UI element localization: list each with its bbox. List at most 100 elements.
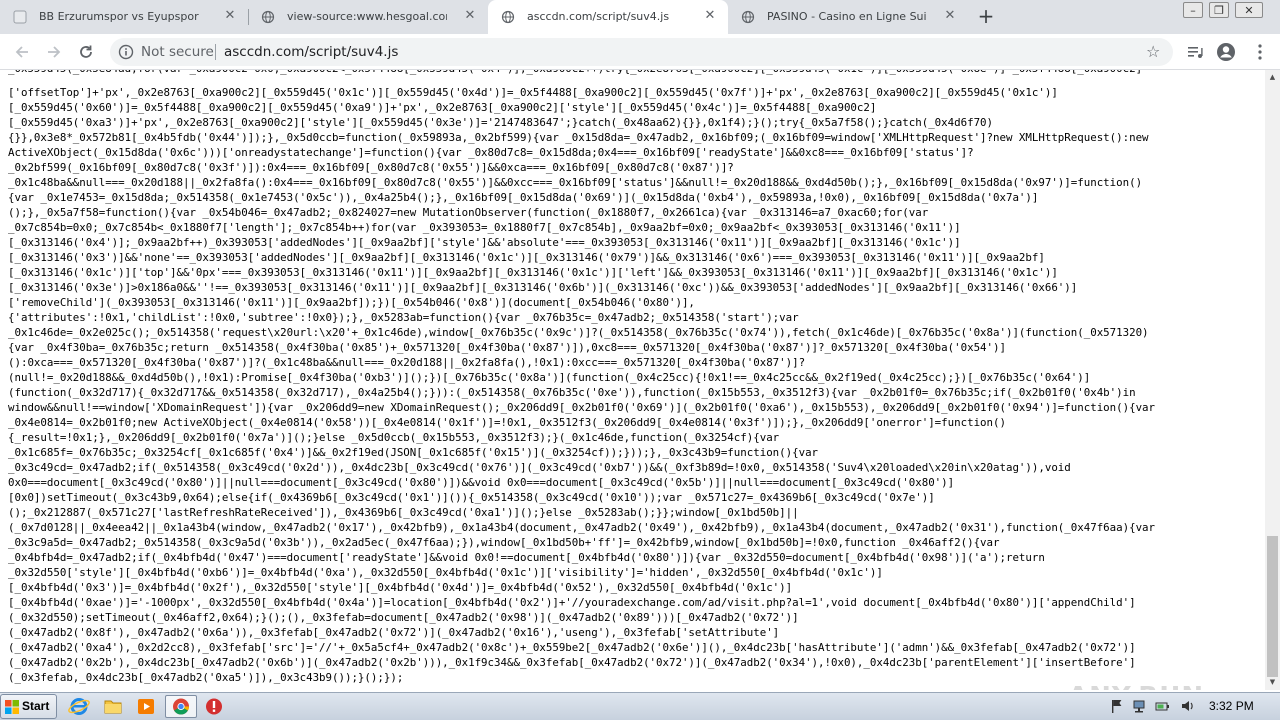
tab-0[interactable]: BB Erzurumspor vs Eyupspor - H ✕ bbox=[0, 0, 249, 34]
vertical-scrollbar[interactable]: ▲ ▼ bbox=[1265, 70, 1280, 690]
code-line: [_0x559d45('0x60')]=_0x5f4488[_0xa900c2]… bbox=[8, 101, 877, 114]
source-view: _0x559d45(_0x5e84ad,for(var _0xa900c2=0x… bbox=[0, 70, 1265, 690]
code-line: (function(_0x32d717){_0x32d717&&_0x51435… bbox=[8, 386, 1136, 399]
close-icon[interactable]: ✕ bbox=[702, 8, 718, 24]
tab-title: BB Erzurumspor vs Eyupspor - H bbox=[39, 10, 199, 23]
code-line: _0x559d45(_0x5e84ad,for(var _0xa900c2=0x… bbox=[8, 70, 1265, 76]
close-icon[interactable]: ✕ bbox=[942, 8, 958, 24]
code-line: 0x0===document[_0x3c49cd('0x80')]||null=… bbox=[8, 476, 955, 489]
arrow-left-icon bbox=[15, 46, 28, 58]
taskbar: Start 3:32 PM bbox=[0, 692, 1280, 720]
flag-tray-icon[interactable] bbox=[1110, 698, 1124, 714]
source-code: _0x559d45(_0x5e84ad,for(var _0xa900c2=0x… bbox=[0, 70, 1265, 685]
code-line: window&&null!==window['XDomainRequest'])… bbox=[8, 401, 1156, 414]
star-icon[interactable]: ☆ bbox=[1146, 42, 1160, 61]
omnibox-divider bbox=[215, 44, 216, 60]
code-line: [_0x313146('0x1c')]['top']&&'0px'===_0x3… bbox=[8, 266, 1058, 279]
code-line: {var _0x4f30ba=_0x76b35c;return _0x51435… bbox=[8, 341, 1006, 354]
code-line: ():0xca===_0x571320[_0x4f30ba('0x87')]?(… bbox=[8, 356, 806, 369]
scroll-down-arrow-icon[interactable]: ▼ bbox=[1265, 675, 1280, 690]
clock: 3:32 PM bbox=[1209, 699, 1254, 713]
chrome-icon bbox=[173, 698, 189, 715]
globe-icon bbox=[261, 10, 275, 24]
maximize-button[interactable]: ❐ bbox=[1209, 2, 1229, 18]
code-line: _0x3c49cd=_0x47adb2;if(_0x514358(_0x3c49… bbox=[8, 461, 1071, 474]
chrome-taskbar-button[interactable] bbox=[165, 695, 197, 718]
tab-3[interactable]: PASINO - Casino en Ligne Suisse - Su ✕ bbox=[728, 0, 968, 34]
reload-icon bbox=[80, 45, 92, 58]
tab-title: view-source:www.hesgoal.com/new bbox=[287, 10, 447, 23]
code-line: [_0x313146('0x3e')]>0x186a0&&''!==_0x393… bbox=[8, 281, 1078, 294]
browser-toolbar: Not secure asccdn.com/script/suv4.js ☆ bbox=[0, 34, 1280, 70]
code-line: _0x1c46de=_0x2e025c();_0x514358('request… bbox=[8, 326, 1149, 339]
not-secure-label: Not secure bbox=[141, 44, 214, 60]
watermark: ANY.RUN bbox=[1068, 682, 1204, 690]
new-tab-button[interactable]: + bbox=[975, 6, 997, 28]
code-line: (_0x47adb2('0xa4'),_0x2d2cc8),_0x3fefab[… bbox=[8, 641, 1136, 654]
page-favicon-icon bbox=[13, 10, 27, 24]
globe-icon bbox=[501, 10, 515, 24]
close-icon[interactable]: ✕ bbox=[462, 8, 478, 24]
start-button[interactable]: Start bbox=[0, 694, 57, 719]
explorer-taskbar-button[interactable] bbox=[101, 695, 125, 718]
reload-button[interactable] bbox=[74, 40, 98, 64]
code-line: [_0x4bfb4d('0xae')]='-1000px',_0x32d550[… bbox=[8, 596, 1136, 609]
code-line: _0x1c48ba&&null===_0x20d188||_0x2fa8fa()… bbox=[8, 176, 1143, 189]
volume-tray-icon[interactable] bbox=[1180, 698, 1196, 714]
url-text[interactable]: asccdn.com/script/suv4.js bbox=[224, 44, 398, 60]
globe-icon bbox=[741, 10, 755, 24]
code-line: ();},_0x5a7f58=function(){var _0x54b046=… bbox=[8, 206, 929, 219]
tab-1[interactable]: view-source:www.hesgoal.com/new ✕ bbox=[248, 0, 488, 34]
code-line: {_result=!0x1;},_0x206dd9[_0x2b01f0('0x7… bbox=[8, 431, 780, 444]
ie-taskbar-button[interactable] bbox=[67, 695, 91, 718]
code-line: _0x4e0814=_0x2b01f0;new ActiveXObject(_0… bbox=[8, 416, 1006, 429]
start-label: Start bbox=[22, 699, 50, 713]
info-icon[interactable] bbox=[118, 44, 134, 60]
media-taskbar-button[interactable] bbox=[134, 695, 158, 718]
code-line: [0x0])setTimeout(_0x3c43b9,0x64);else{if… bbox=[8, 491, 935, 504]
code-line: _0x3c9a5d=_0x47adb2;_0x514358(_0x3c9a5d(… bbox=[8, 536, 1000, 549]
warning-icon bbox=[206, 698, 222, 715]
code-line: _0x32d550['style'][_0x4bfb4d('0xb6')]=_0… bbox=[8, 566, 883, 579]
close-icon[interactable]: ✕ bbox=[222, 8, 238, 24]
code-line: _0x2bf599(_0x16bf09[_0x80d7c8('0x3f')]):… bbox=[8, 161, 734, 174]
forward-button[interactable] bbox=[42, 40, 66, 64]
code-line: [_0x313146('0x4')];_0x9aa2bf++)_0x393053… bbox=[8, 236, 961, 249]
back-button[interactable] bbox=[10, 40, 34, 64]
code-line: (_0x47adb2('0x2b'),_0x4dc23b[_0x47adb2('… bbox=[8, 656, 1136, 669]
network-tray-icon[interactable] bbox=[1132, 698, 1146, 714]
code-line: (_0x47adb2('0x8f'),_0x47adb2('0x6a')),_0… bbox=[8, 626, 780, 639]
alert-taskbar-button[interactable] bbox=[202, 695, 226, 718]
scrollbar-thumb[interactable] bbox=[1267, 536, 1278, 677]
media-player-icon bbox=[138, 699, 154, 714]
minimize-button[interactable]: – bbox=[1183, 2, 1203, 18]
media-control-icon[interactable] bbox=[1185, 42, 1205, 62]
code-line: _0x4bfb4d=_0x47adb2;if(_0x4bfb4d('0x47')… bbox=[8, 551, 1045, 564]
code-line: (_0x7d0128||_0x4eea42||_0x1a43b4(window,… bbox=[8, 521, 1156, 534]
code-line: ActiveXObject(_0x15d8da('0x6c')))['onrea… bbox=[8, 146, 974, 159]
code-line: {'attributes':!0x1,'childList':!0x0,'sub… bbox=[8, 311, 799, 324]
code-line: ['removeChild'](_0x393053[_0x313146('0x1… bbox=[8, 296, 695, 309]
windows-flag-icon bbox=[5, 700, 19, 714]
code-line: [_0x559d45('0xa3')]+'px',_0x2e8763[_0xa9… bbox=[8, 116, 994, 129]
code-line: (null!=_0x20d188&&_0xd4d50b(),!0x1):Prom… bbox=[8, 371, 1091, 384]
scroll-up-arrow-icon[interactable]: ▲ bbox=[1265, 70, 1280, 85]
menu-icon[interactable] bbox=[1250, 42, 1270, 62]
code-line: (_0x32d550);setTimeout(_0x46aff2,0x64);}… bbox=[8, 611, 799, 624]
tab-title: asccdn.com/script/suv4.js bbox=[527, 10, 670, 23]
ie-icon bbox=[68, 698, 90, 715]
battery-tray-icon[interactable] bbox=[1154, 698, 1170, 714]
profile-icon[interactable] bbox=[1216, 42, 1236, 62]
code-line: {var _0x1e7453=_0x15d8da;_0x514358(_0x1e… bbox=[8, 191, 1039, 204]
code-line: ['offsetTop']+'px',_0x2e8763[_0xa900c2][… bbox=[8, 86, 1058, 99]
tab-strip: BB Erzurumspor vs Eyupspor - H ✕ view-so… bbox=[0, 0, 1280, 34]
address-bar[interactable]: Not secure asccdn.com/script/suv4.js ☆ bbox=[110, 38, 1173, 66]
code-line: _0x1c685f=_0x76b35c;_0x3254cf[_0x1c685f(… bbox=[8, 446, 819, 459]
arrow-right-icon bbox=[48, 46, 61, 58]
tab-2[interactable]: asccdn.com/script/suv4.js ✕ bbox=[488, 0, 728, 34]
close-window-button[interactable]: ✕ bbox=[1235, 2, 1263, 18]
code-line: _0x7c854b=0x0;_0x7c854b<_0x1880f7['lengt… bbox=[8, 221, 961, 234]
tab-title: PASINO - Casino en Ligne Suisse - Su bbox=[767, 10, 927, 23]
code-line: ();_0x212887(_0x571c27['lastRefreshRateR… bbox=[8, 506, 799, 519]
code-line: [_0x313146('0x3')]&&'none'==_0x393053['a… bbox=[8, 251, 1045, 264]
